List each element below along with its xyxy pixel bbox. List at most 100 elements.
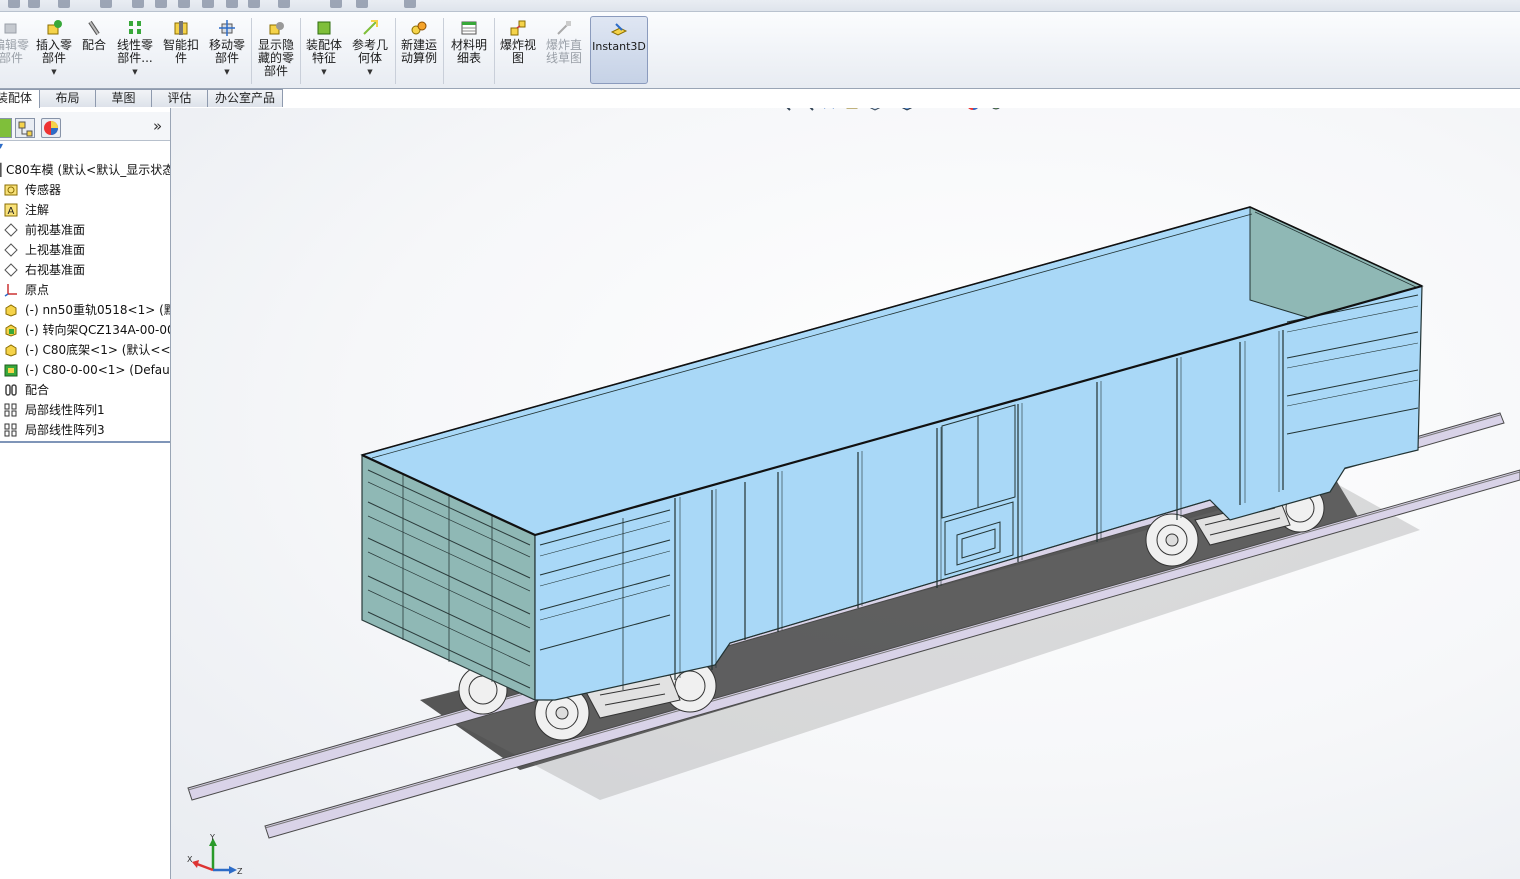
tree-item-linear-pattern-1[interactable]: 局部线性阵列1 — [0, 400, 170, 420]
tab-assembly[interactable]: 装配体 — [0, 89, 40, 108]
hide-show-items-icon[interactable] — [932, 108, 948, 111]
edit-appearance-icon[interactable] — [965, 108, 981, 111]
smart-fastener-icon — [174, 21, 188, 35]
exploded-view-button[interactable]: 爆炸视 图 — [496, 16, 540, 86]
previous-view-icon[interactable] — [821, 108, 837, 111]
tree-item-root-assembly[interactable]: ▌ C80车模 (默认<默认_显示状态 — [0, 160, 170, 180]
chevron-down-icon[interactable]: ▼ — [348, 66, 392, 79]
tree-item-top-plane[interactable]: 上视基准面 — [0, 240, 170, 260]
move-component-icon — [219, 20, 235, 36]
filter-row: ▾ — [0, 141, 170, 153]
chevron-down-icon[interactable]: ▼ — [34, 66, 74, 79]
tree-item-origin[interactable]: 原点 — [0, 280, 170, 300]
quick-access-toolbar — [0, 0, 1520, 12]
exploded-view-icon — [510, 20, 526, 36]
railcar-model[interactable] — [171, 108, 1520, 879]
smart-fastener-button[interactable]: 智能扣 件 — [160, 16, 202, 86]
filter-icon[interactable]: ▾ — [0, 141, 3, 152]
instant3d-icon — [610, 23, 628, 36]
tree-item-bogie-subassembly[interactable]: (-) 转向架QCZ134A-00-00 — [0, 320, 170, 340]
annotation-icon: A — [4, 203, 18, 217]
zoom-to-fit-icon[interactable] — [775, 108, 791, 111]
tree-item-rail-part[interactable]: (-) nn50重轨0518<1> (默认 — [0, 300, 170, 320]
toolbar-separator — [300, 18, 301, 84]
linear-pattern-button[interactable]: 线性零 部件... ▼ — [113, 16, 157, 86]
mate-icon — [88, 20, 100, 36]
reference-geometry-icon — [363, 20, 378, 35]
select-icon[interactable] — [178, 0, 190, 8]
report-icon[interactable] — [404, 0, 416, 8]
edit-component-button[interactable]: 编辑零 部件 — [0, 16, 30, 86]
triad-x-label: X — [187, 855, 193, 864]
panel-divider[interactable] — [0, 441, 170, 443]
edit-component-icon — [4, 23, 17, 34]
assembly-feature-button[interactable]: 装配体 特征 ▼ — [302, 16, 346, 86]
chevron-down-icon[interactable]: ▼ — [205, 66, 249, 79]
chevron-down-icon[interactable]: ▼ — [302, 66, 346, 79]
view-settings-icon[interactable] — [1021, 108, 1037, 111]
mate-button[interactable]: 配合 — [78, 16, 110, 86]
panel-tab-strip: » — [0, 112, 170, 141]
rebuild-icon[interactable] — [132, 0, 144, 8]
tab-office-products[interactable]: 办公室产品 — [207, 89, 283, 107]
print-icon[interactable] — [100, 0, 112, 8]
tree-item-right-plane[interactable]: 右视基准面 — [0, 260, 170, 280]
tab-evaluate[interactable]: 评估 — [151, 89, 208, 107]
insert-component-button[interactable]: 插入零 部件 ▼ — [34, 16, 74, 86]
display-style-icon[interactable] — [899, 108, 915, 111]
tree-item-front-plane[interactable]: 前视基准面 — [0, 220, 170, 240]
instant3d-button[interactable]: Instant3D — [590, 16, 648, 84]
display-manager-tab-icon[interactable] — [41, 118, 61, 138]
tree-item-underframe-part[interactable]: (-) C80底架<1> (默认<<默 — [0, 340, 170, 360]
search-icon[interactable] — [278, 0, 290, 8]
new-icon[interactable] — [8, 0, 20, 8]
options-icon[interactable] — [202, 0, 214, 8]
explode-line-sketch-icon — [557, 21, 571, 35]
open-icon[interactable] — [28, 0, 40, 8]
command-manager: 编辑零 部件 插入零 部件 ▼ 配合 线性零 部件... ▼ 智能扣 件 移动零… — [0, 12, 1520, 89]
toolbar-separator — [494, 18, 495, 84]
plane-icon — [4, 223, 18, 237]
tile-icon[interactable] — [356, 0, 368, 8]
tree-item-linear-pattern-3[interactable]: 局部线性阵列3 — [0, 420, 170, 440]
undo-icon[interactable] — [155, 0, 167, 8]
measure-icon[interactable] — [226, 0, 238, 8]
property-manager-tab-icon[interactable] — [15, 118, 35, 138]
move-component-button[interactable]: 移动零 部件 ▼ — [205, 16, 249, 86]
svg-text:A: A — [8, 206, 15, 217]
feature-manager-panel: » ▾ ▌ C80车模 (默认<默认_显示状态 传感器 A 注解 前视基准面 上… — [0, 108, 171, 879]
linear-pattern-icon — [4, 403, 17, 417]
help-icon[interactable] — [248, 0, 260, 8]
tree-item-mates[interactable]: 配合 — [0, 380, 170, 400]
new-motion-study-button[interactable]: 新建运 动算例 — [398, 16, 440, 86]
triad-y-label: Y — [209, 834, 215, 842]
linear-pattern-icon — [4, 423, 17, 437]
part-icon — [5, 344, 17, 357]
tree-item-car-subassembly[interactable]: (-) C80-0-00<1> (Default — [0, 360, 170, 380]
tree-item-sensors[interactable]: 传感器 — [0, 180, 170, 200]
tab-sketch[interactable]: 草图 — [95, 89, 152, 107]
explode-line-sketch-button[interactable]: 爆炸直 线草图 — [542, 16, 586, 86]
tab-layout[interactable]: 布局 — [39, 89, 96, 107]
feature-manager-tab-icon[interactable] — [0, 118, 12, 138]
expand-panel-button[interactable]: » — [153, 117, 162, 135]
subassembly-icon — [5, 324, 17, 337]
reference-geometry-button[interactable]: 参考几 何体 ▼ — [348, 16, 392, 86]
section-view-icon[interactable] — [844, 108, 860, 111]
tree-item-annotations[interactable]: A 注解 — [0, 200, 170, 220]
origin-icon — [4, 284, 17, 297]
apply-scene-icon[interactable] — [988, 108, 1004, 111]
show-hidden-components-button[interactable]: 显示隐 藏的零 部件 — [254, 16, 298, 86]
view-orientation-icon[interactable] — [867, 108, 883, 111]
save-icon[interactable] — [58, 0, 70, 8]
chevron-down-icon[interactable]: ▼ — [113, 66, 157, 79]
linear-pattern-icon — [129, 21, 141, 34]
zoom-to-area-icon[interactable] — [798, 108, 814, 111]
window-icon[interactable] — [330, 0, 342, 8]
graphics-area[interactable]: ▼ ▼ ▼ ▼ ▼ Y Z X — [171, 108, 1520, 879]
bill-of-materials-button[interactable]: 材料明 细表 — [446, 16, 492, 86]
toolbar-separator — [395, 18, 396, 84]
new-motion-study-icon — [411, 21, 427, 35]
subassembly-icon — [4, 364, 18, 377]
triad-z-label: Z — [237, 867, 243, 876]
